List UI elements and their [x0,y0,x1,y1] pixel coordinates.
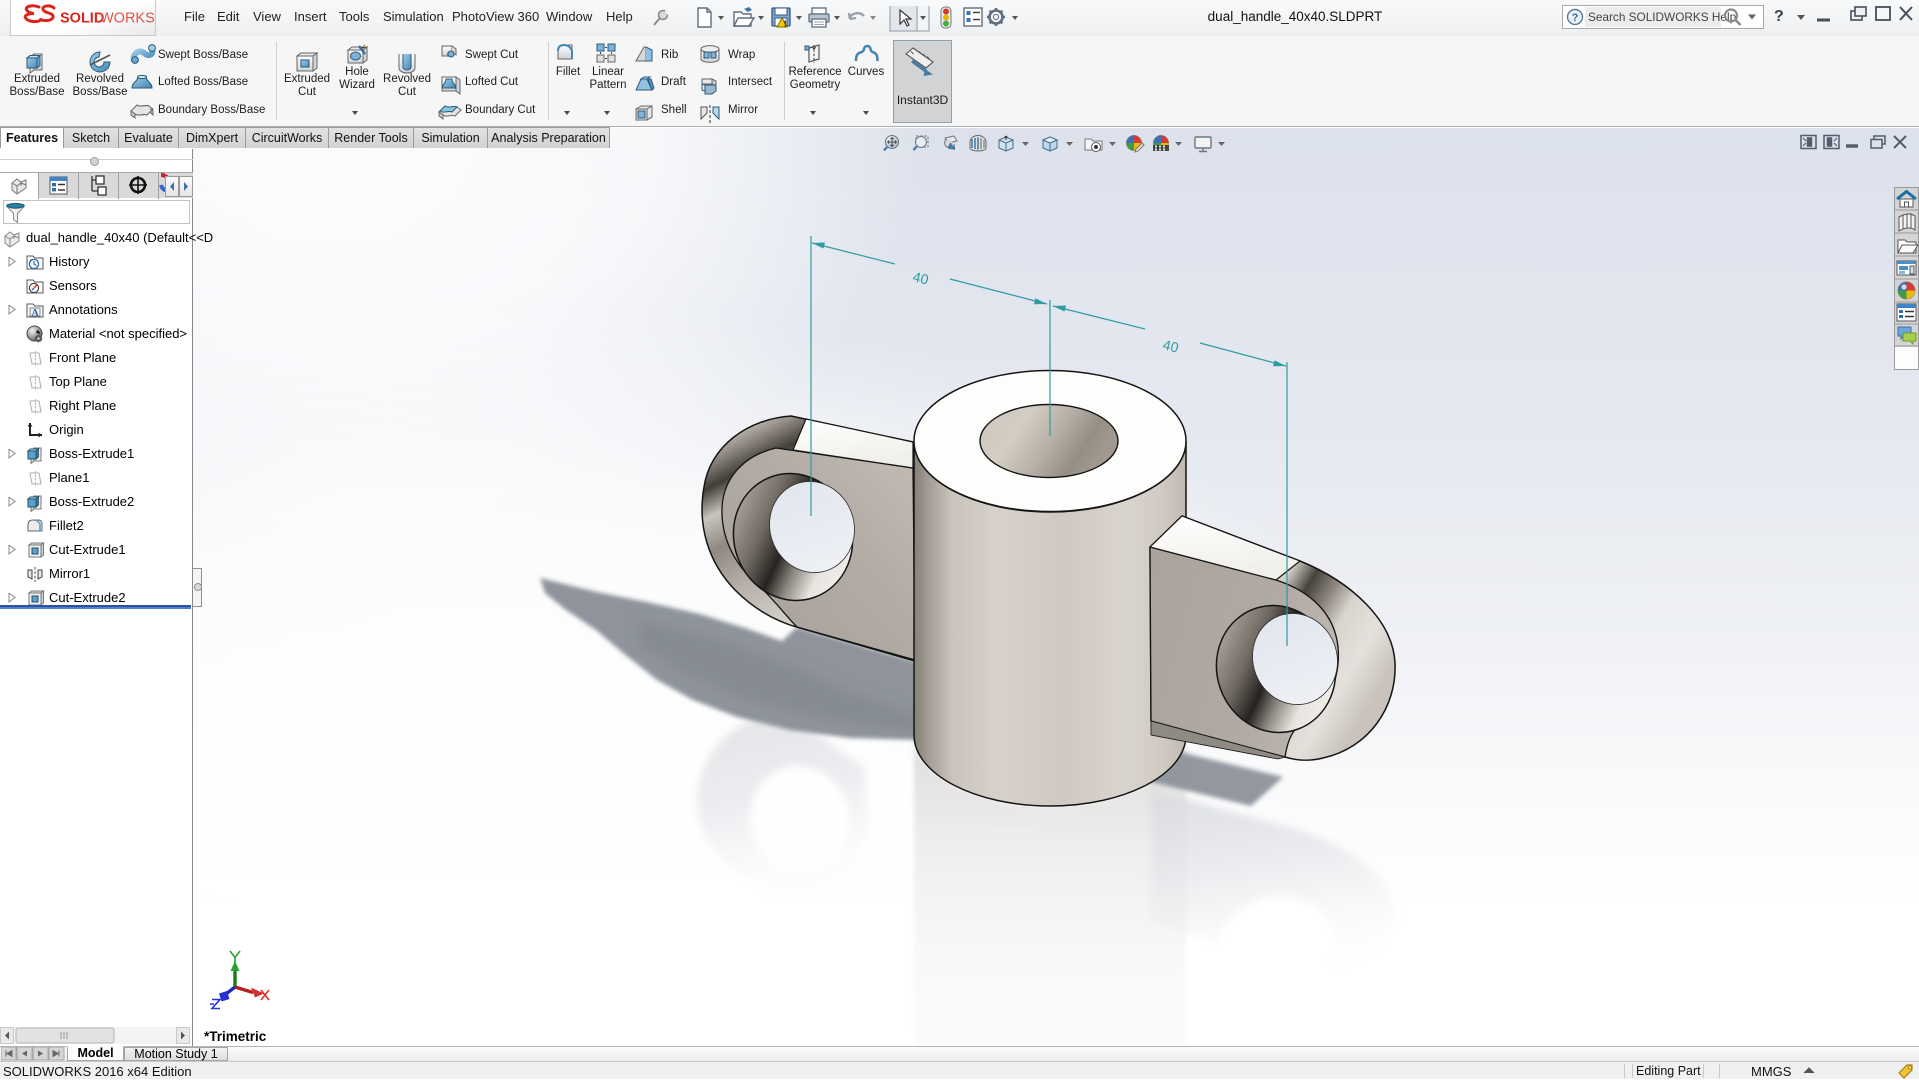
svg-text:*Trimetric: *Trimetric [204,1029,267,1044]
svg-text:?: ? [1572,12,1579,24]
svg-text:A: A [32,309,39,319]
svg-text:WORKS: WORKS [100,11,155,27]
svg-text:SOLID: SOLID [60,11,104,27]
svg-text:40: 40 [911,268,930,287]
svg-text:!: ! [784,20,787,29]
svg-text:40: 40 [1161,336,1180,355]
svg-text:Search SOLIDWORKS Help: Search SOLIDWORKS Help [1588,10,1737,24]
